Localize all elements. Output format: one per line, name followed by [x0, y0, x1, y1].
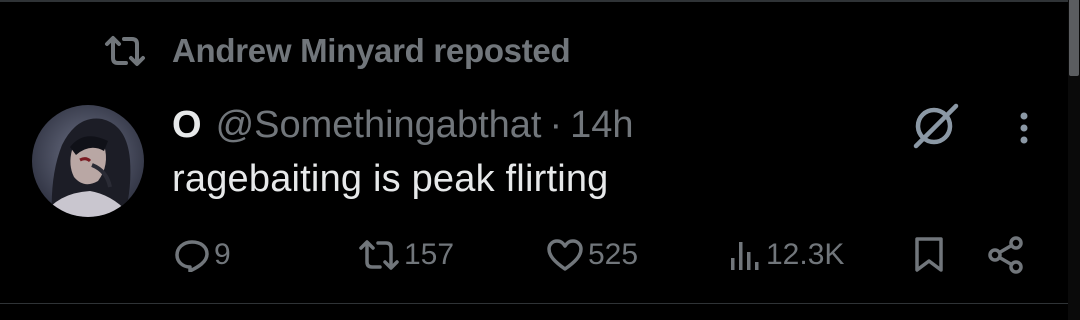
top-divider	[0, 0, 1080, 2]
like-button[interactable]: 525	[546, 230, 638, 280]
repost-icon	[358, 238, 400, 272]
bottom-divider	[0, 303, 1068, 304]
reply-icon	[174, 238, 210, 272]
repost-label: Andrew Minyard reposted	[172, 32, 571, 69]
like-count: 525	[588, 238, 639, 271]
bookmark-button[interactable]	[912, 230, 946, 280]
repost-count: 157	[404, 238, 455, 271]
timestamp[interactable]: 14h	[570, 104, 633, 147]
display-name[interactable]: O	[172, 104, 202, 147]
separator-dot: ·	[549, 103, 563, 146]
heart-icon	[546, 238, 584, 272]
reply-count: 9	[214, 238, 231, 271]
share-button[interactable]	[986, 230, 1026, 280]
bookmark-icon	[912, 236, 946, 274]
view-count: 12.3K	[766, 238, 845, 271]
scrollbar-thumb[interactable]	[1069, 0, 1079, 76]
share-icon	[986, 235, 1026, 275]
views-button[interactable]: 12.3K	[728, 230, 844, 280]
repost-banner[interactable]: Andrew Minyard reposted	[104, 26, 571, 76]
grok-icon[interactable]	[906, 100, 962, 150]
repost-icon	[104, 34, 146, 68]
tweet-text: ragebaiting is peak flirting	[172, 158, 609, 200]
more-options-icon[interactable]	[1012, 108, 1036, 148]
analytics-icon	[728, 238, 762, 272]
scrollbar[interactable]	[1068, 0, 1080, 320]
repost-button[interactable]: 157	[358, 230, 454, 280]
tweet-header: O @Somethingabthat · 14h	[172, 98, 634, 152]
avatar[interactable]	[32, 105, 144, 217]
user-handle[interactable]: @Somethingabthat	[216, 104, 542, 147]
reply-button[interactable]: 9	[174, 230, 231, 280]
